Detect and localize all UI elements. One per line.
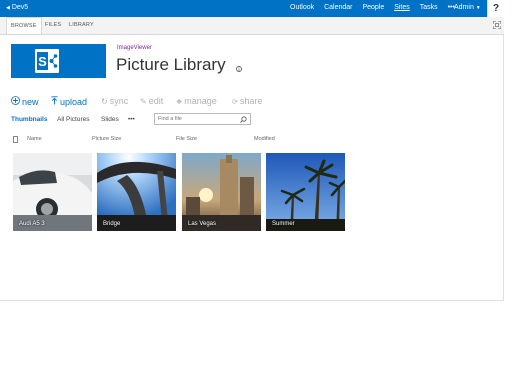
tab-browse[interactable]: BROWSE	[6, 17, 42, 34]
car-thumbnail-image	[13, 153, 92, 231]
info-icon[interactable]: i	[236, 66, 242, 72]
view-all-pictures[interactable]: All Pictures	[57, 116, 90, 123]
las-vegas-thumbnail-image	[182, 153, 261, 231]
page-title: Picture Library	[116, 55, 226, 74]
suite-links: Outlook Calendar People Sites Tasks •••	[290, 4, 463, 11]
tab-files[interactable]: FILES	[45, 17, 61, 34]
wrench-icon: ❖	[176, 99, 183, 106]
suite-link-outlook[interactable]: Outlook	[290, 4, 314, 11]
column-header-file-size[interactable]: File Size	[176, 136, 197, 142]
suite-link-people[interactable]: People	[362, 4, 384, 11]
picture-name: Las Vegas	[188, 221, 217, 227]
column-header-picture-size[interactable]: Picture Size	[92, 136, 121, 142]
bridge-thumbnail-image	[97, 153, 176, 231]
focus-content-icon[interactable]	[493, 21, 501, 29]
manage-button[interactable]: ❖ manage	[176, 96, 217, 106]
share-icon: ⟳	[232, 99, 238, 106]
upload-icon	[51, 96, 58, 105]
sharepoint-logo-icon: S	[35, 49, 59, 73]
picture-name: Bridge	[103, 221, 121, 227]
site-name-link[interactable]: ◀ Dev5	[6, 4, 28, 11]
search-icon[interactable]	[240, 116, 247, 123]
views-more[interactable]: •••	[128, 116, 135, 123]
sync-button[interactable]: ↻ sync	[101, 96, 128, 106]
help-button[interactable]: ?	[487, 0, 504, 17]
view-slides[interactable]: Slides	[101, 116, 119, 123]
document-type-icon	[13, 136, 18, 143]
picture-tile[interactable]: Summer	[266, 153, 345, 231]
sync-icon: ↻	[101, 97, 108, 106]
picture-tile[interactable]: Las Vegas	[182, 153, 261, 231]
column-header-name[interactable]: Name	[27, 136, 42, 142]
ribbon-bar: BROWSE FILES LIBRARY	[0, 17, 504, 35]
chevron-down-icon: ▼	[475, 5, 481, 11]
picture-name: Audi A5 3	[19, 221, 45, 227]
suite-link-calendar[interactable]: Calendar	[324, 4, 352, 11]
back-arrow-icon: ◀	[6, 5, 10, 11]
picture-tile[interactable]: Bridge	[97, 153, 176, 231]
suite-link-sites[interactable]: Sites	[394, 4, 410, 11]
plus-circle-icon	[11, 96, 20, 105]
svg-text:S: S	[38, 54, 47, 69]
suite-bar: ◀ Dev5 Outlook Calendar People Sites Tas…	[0, 0, 504, 17]
page-canvas: ◀ Dev5 Outlook Calendar People Sites Tas…	[0, 0, 504, 301]
share-button[interactable]: ⟳ share	[232, 96, 262, 106]
view-thumbnails[interactable]: Thumbnails	[11, 116, 47, 123]
column-header-modified[interactable]: Modified	[254, 136, 275, 142]
picture-tile[interactable]: Audi A5 3	[13, 153, 92, 231]
edit-button[interactable]: ✎ edit	[140, 96, 163, 106]
picture-name: Summer	[272, 221, 295, 227]
pencil-icon: ✎	[140, 97, 147, 106]
search-placeholder: Find a file	[158, 116, 182, 122]
site-logo[interactable]: S	[11, 44, 106, 78]
search-input[interactable]: Find a file	[154, 113, 251, 125]
tab-library[interactable]: LIBRARY	[69, 17, 94, 34]
suite-link-tasks[interactable]: Tasks	[420, 4, 438, 11]
new-button[interactable]: new	[11, 96, 39, 107]
site-title-link[interactable]: ImageViewer	[117, 45, 152, 51]
upload-button[interactable]: upload	[51, 96, 87, 107]
user-menu[interactable]: Admin ▼	[454, 4, 481, 11]
summer-thumbnail-image	[266, 153, 345, 231]
